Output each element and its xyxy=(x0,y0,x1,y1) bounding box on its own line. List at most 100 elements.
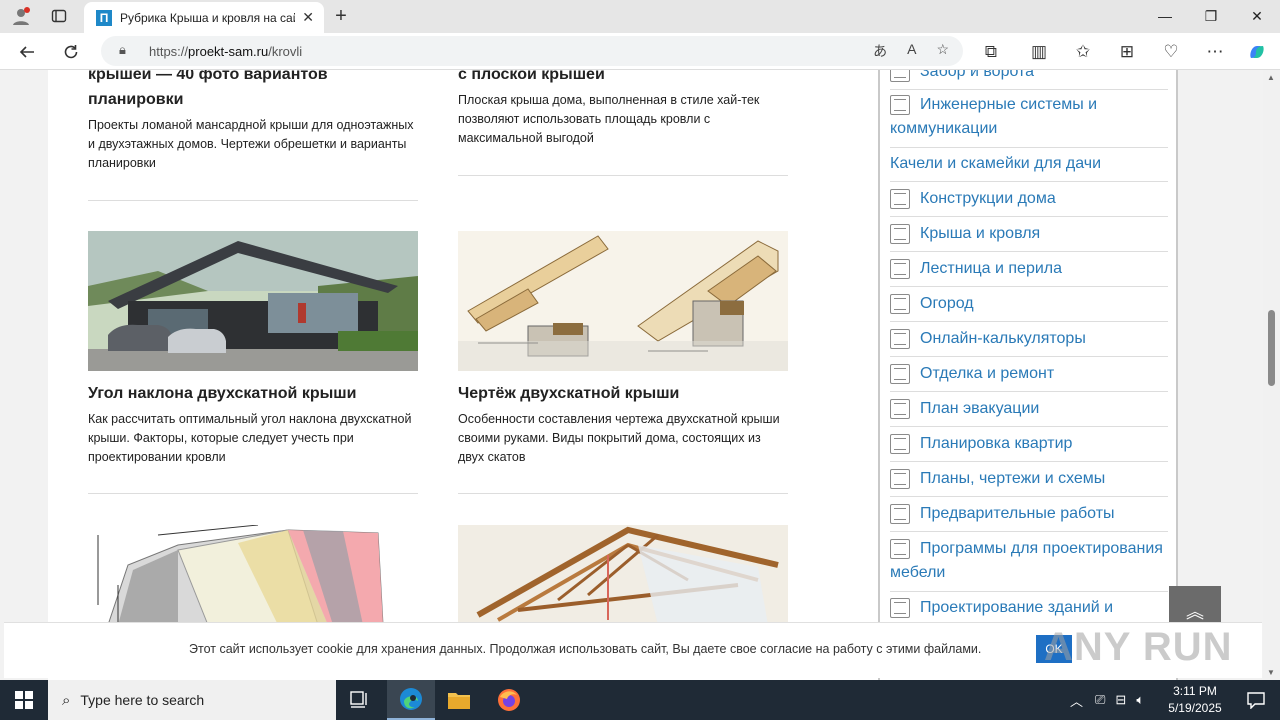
sidebar-item-calculators[interactable]: Онлайн-калькуляторы xyxy=(890,327,1168,357)
back-icon[interactable] xyxy=(14,39,40,65)
article-description: Особенности составления чертежа двухскат… xyxy=(458,412,780,464)
show-hidden-icons-icon[interactable]: ︿ xyxy=(1070,691,1083,710)
more-menu-icon[interactable]: ⋯ xyxy=(1202,39,1228,65)
scrollbar-thumb[interactable] xyxy=(1268,310,1275,386)
sidebar-item-evacuation[interactable]: План эвакуации xyxy=(890,397,1168,427)
sidebar-item-swings[interactable]: Качели и скамейки для дачи xyxy=(890,152,1168,182)
edge-taskbar-icon[interactable] xyxy=(387,680,435,720)
house-structure-icon xyxy=(890,189,910,209)
article-image-house[interactable] xyxy=(88,231,418,371)
tab-actions-icon[interactable] xyxy=(48,5,70,27)
sidebar-item-roof[interactable]: Крыша и кровля xyxy=(890,222,1168,252)
sidebar-item-label[interactable]: Предварительные работы xyxy=(920,502,1115,526)
sidebar-item-preliminary[interactable]: Предварительные работы xyxy=(890,502,1168,532)
sidebar-item-garden[interactable]: Огород xyxy=(890,292,1168,322)
read-aloud-icon[interactable]: A xyxy=(907,41,916,61)
tab-strip: П Рубрика Крыша и кровля на сайте ✕ + — … xyxy=(0,0,1280,33)
taskbar-clock[interactable]: 3:11 PM 5/19/2025 xyxy=(1160,683,1230,717)
divider xyxy=(88,200,418,201)
address-bar[interactable]: 🔒︎ https://proekt-sam.ru/krovli あ A ☆ xyxy=(101,36,963,66)
site-favicon-icon: П xyxy=(96,9,112,26)
sidebar-item-blueprints[interactable]: Планы, чертежи и схемы xyxy=(890,467,1168,497)
tab-close-icon[interactable]: ✕ xyxy=(302,9,314,26)
article-image-roof-truss[interactable] xyxy=(458,525,788,625)
search-placeholder: Type here to search xyxy=(80,692,205,708)
building-icon xyxy=(890,598,910,618)
article-card[interactable]: крышей — 40 фото вариантов планировки Пр… xyxy=(88,70,418,173)
sidebar-item-engineering[interactable]: Инженерные системы и коммуникации xyxy=(890,93,1168,148)
sidebar-item-label[interactable]: Планировка квартир xyxy=(920,432,1072,456)
sidebar-item-label[interactable]: Качели и скамейки для дачи xyxy=(890,152,1101,176)
meet-now-icon[interactable]: ⎚ xyxy=(1095,692,1105,708)
clock-date: 5/19/2025 xyxy=(1168,701,1222,715)
sidebar-item-label[interactable]: Забор и ворота xyxy=(920,70,1034,84)
sidebar-item-furniture-software[interactable]: Программы для проектирования мебели xyxy=(890,537,1168,592)
sidebar-item-label[interactable]: Проектирование зданий и xyxy=(920,596,1113,620)
volume-icon[interactable]: 🔈︎ xyxy=(1136,692,1144,708)
scroll-down-arrow-icon[interactable]: ▼ xyxy=(1267,668,1275,677)
page-scrollbar[interactable]: ▲ ▼ xyxy=(1263,70,1280,680)
sidebar-item-fence[interactable]: Забор и ворота xyxy=(890,70,1168,90)
profile-icon[interactable] xyxy=(10,5,32,27)
sidebar-item-label[interactable]: Онлайн-калькуляторы xyxy=(920,327,1086,351)
translate-icon[interactable]: あ xyxy=(873,41,887,61)
sidebar-item-label[interactable]: Крыша и кровля xyxy=(920,222,1040,246)
sidebar-item-label[interactable]: Планы, чертежи и схемы xyxy=(920,467,1105,491)
sidebar-item-label[interactable]: Огород xyxy=(920,292,974,316)
article-card[interactable] xyxy=(458,525,788,625)
performance-icon[interactable]: ♡ xyxy=(1158,39,1184,65)
copilot-icon[interactable] xyxy=(1244,39,1270,65)
sidebar-item-floorplans[interactable]: Планировка квартир xyxy=(890,432,1168,462)
watermark-logo: ANY RUN xyxy=(1044,625,1233,669)
article-title[interactable]: с плоской крышей xyxy=(458,70,788,87)
task-view-icon[interactable] xyxy=(336,680,384,720)
article-card[interactable]: Угол наклона двухскатной крыши Как рассч… xyxy=(88,231,418,467)
article-card[interactable]: Чертёж двухскатной крыши Особенности сос… xyxy=(458,231,788,467)
tools-icon xyxy=(890,364,910,384)
search-icon: ⌕ xyxy=(62,691,71,709)
sidebar-item-label[interactable]: Конструкции дома xyxy=(920,187,1056,211)
extensions-icon[interactable]: ⧉ xyxy=(978,39,1004,65)
sidebar-item-stairs[interactable]: Лестница и перила xyxy=(890,257,1168,287)
article-card[interactable] xyxy=(88,525,418,625)
sidebar-item-label[interactable]: Отделка и ремонт xyxy=(920,362,1054,386)
firefox-icon[interactable] xyxy=(485,680,533,720)
network-icon[interactable]: ⊟ xyxy=(1115,692,1126,708)
new-tab-icon[interactable]: + xyxy=(330,5,352,27)
cookie-banner: Этот сайт использует cookie для хранения… xyxy=(4,622,1262,678)
article-image-roof-layers[interactable] xyxy=(88,525,418,625)
collections-icon[interactable]: ⊞ xyxy=(1114,39,1140,65)
favorite-star-icon[interactable]: ☆ xyxy=(936,41,949,61)
url-text: https://proekt-sam.ru/krovli xyxy=(149,44,303,59)
notification-center-icon[interactable] xyxy=(1232,680,1280,720)
article-title[interactable]: крышей — 40 фото вариантов планировки xyxy=(88,70,418,112)
sidebar-item-label[interactable]: Лестница и перила xyxy=(920,257,1062,281)
sidebar-item-finishing[interactable]: Отделка и ремонт xyxy=(890,362,1168,392)
sidebar-item-house-structure[interactable]: Конструкции дома xyxy=(890,187,1168,217)
sidebar-item-label[interactable]: Инженерные системы и коммуникации xyxy=(890,93,1168,141)
file-explorer-icon[interactable] xyxy=(435,680,483,720)
lock-icon[interactable]: 🔒︎ xyxy=(119,42,126,58)
article-card[interactable]: с плоской крышей Плоская крыша дома, вып… xyxy=(458,70,788,148)
sidebar-categories: Забор и ворота Инженерные системы и комм… xyxy=(878,70,1178,680)
refresh-icon[interactable] xyxy=(58,39,84,65)
close-window-icon[interactable]: ✕ xyxy=(1234,2,1280,30)
garden-icon xyxy=(890,294,910,314)
taskbar-search[interactable]: ⌕ Type here to search xyxy=(48,680,336,720)
restore-icon[interactable]: ❐ xyxy=(1188,2,1234,30)
preliminary-icon xyxy=(890,504,910,524)
scroll-up-arrow-icon[interactable]: ▲ xyxy=(1267,73,1275,82)
favorites-icon[interactable]: ✩ xyxy=(1070,39,1096,65)
split-screen-icon[interactable]: ▥ xyxy=(1026,39,1052,65)
engineering-icon xyxy=(890,95,910,115)
double-chevron-up-icon: ︽ xyxy=(1186,602,1204,622)
code-icon xyxy=(890,539,910,559)
tab-active[interactable]: П Рубрика Крыша и кровля на сайте ✕ xyxy=(84,2,324,33)
article-title[interactable]: Чертёж двухскатной крыши xyxy=(458,381,788,406)
sidebar-item-label[interactable]: План эвакуации xyxy=(920,397,1039,421)
article-title[interactable]: Угол наклона двухскатной крыши xyxy=(88,381,418,406)
minimize-icon[interactable]: — xyxy=(1142,2,1188,30)
sidebar-item-label[interactable]: Программы для проектирования мебели xyxy=(890,537,1168,585)
start-button[interactable] xyxy=(0,680,48,720)
article-image-roof-drawing[interactable] xyxy=(458,231,788,371)
